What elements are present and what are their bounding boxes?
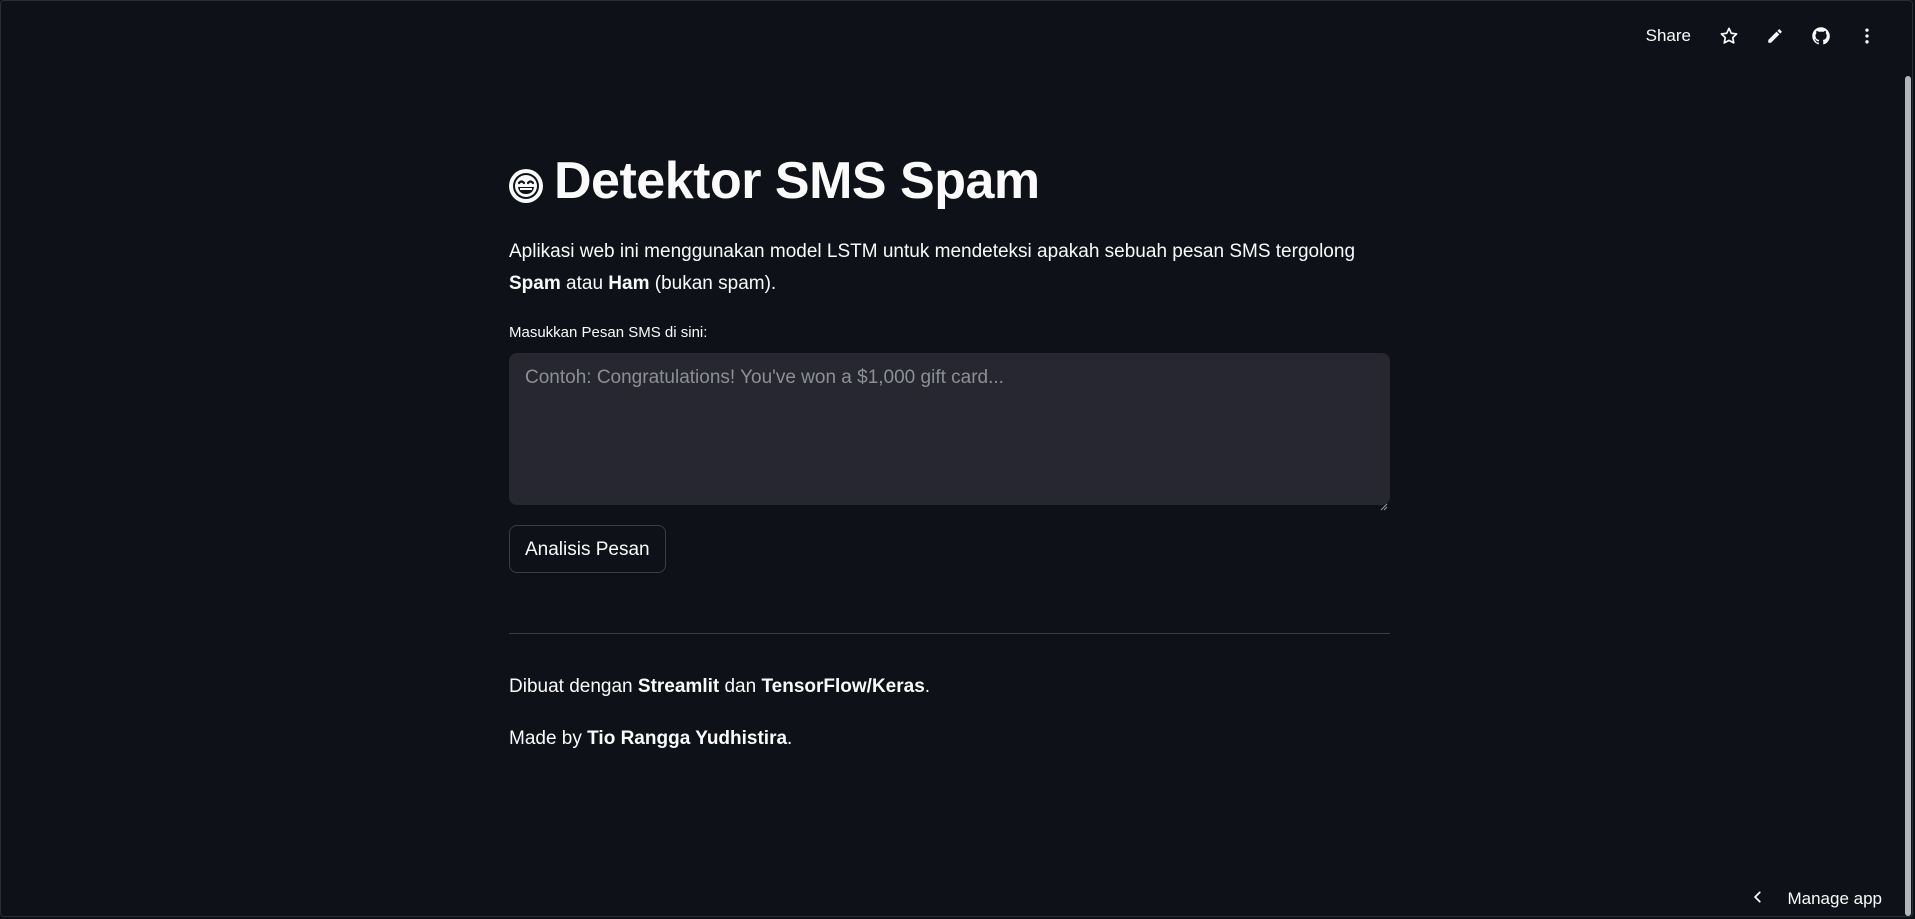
intro-text: (bukan spam). [649, 273, 777, 294]
share-button[interactable]: Share [1646, 26, 1691, 46]
sms-input-textarea[interactable]: Contoh: Congratulations! You've won a $1… [509, 353, 1390, 511]
more-vertical-icon[interactable] [1855, 24, 1879, 48]
page-title: Detektor SMS Spam [506, 140, 1390, 222]
pencil-icon[interactable] [1763, 24, 1787, 48]
footer-text: . [787, 728, 793, 749]
footer-tensorflow-bold: TensorFlow/Keras [761, 676, 925, 697]
main-content: Detektor SMS Spam Aplikasi web ini mengg… [509, 140, 1390, 750]
footer-text: . [924, 676, 931, 697]
footer-built-with: Dibuat dengan Streamlit dan TensorFlow/K… [509, 676, 1390, 698]
intro-spam-bold: Spam [509, 273, 561, 294]
chevron-left-icon [1751, 889, 1765, 909]
analyze-button[interactable]: Analisis Pesan [509, 525, 666, 573]
manage-app-button[interactable]: Manage app [1751, 889, 1882, 909]
laughing-face-emoji-icon [506, 159, 546, 203]
divider [509, 633, 1390, 634]
top-toolbar: Share [1646, 24, 1879, 48]
footer-streamlit-bold: Streamlit [637, 676, 720, 697]
sms-input-placeholder: Contoh: Congratulations! You've won a $1… [525, 367, 1004, 388]
intro-text: atau [560, 273, 609, 294]
star-icon[interactable] [1717, 24, 1741, 48]
footer-text: Made by [509, 728, 588, 749]
footer-made-by: Made by Tio Rangga Yudhistira. [509, 728, 1390, 750]
footer-text: Dibuat dengan [509, 676, 638, 697]
intro-paragraph: Aplikasi web ini menggunakan model LSTM … [509, 236, 1390, 300]
scrollbar[interactable] [1905, 76, 1911, 916]
manage-app-label: Manage app [1787, 889, 1882, 908]
footer-text: dan [719, 676, 762, 697]
page-title-text: Detektor SMS Spam [554, 152, 1040, 210]
intro-ham-bold: Ham [608, 273, 650, 294]
sms-input-label: Masukkan Pesan SMS di sini: [509, 324, 708, 341]
resize-handle-icon[interactable] [1380, 495, 1388, 511]
intro-text: Aplikasi web ini menggunakan model LSTM … [509, 241, 1356, 262]
footer-author-bold: Tio Rangga Yudhistira [587, 728, 788, 749]
github-icon[interactable] [1809, 24, 1833, 48]
